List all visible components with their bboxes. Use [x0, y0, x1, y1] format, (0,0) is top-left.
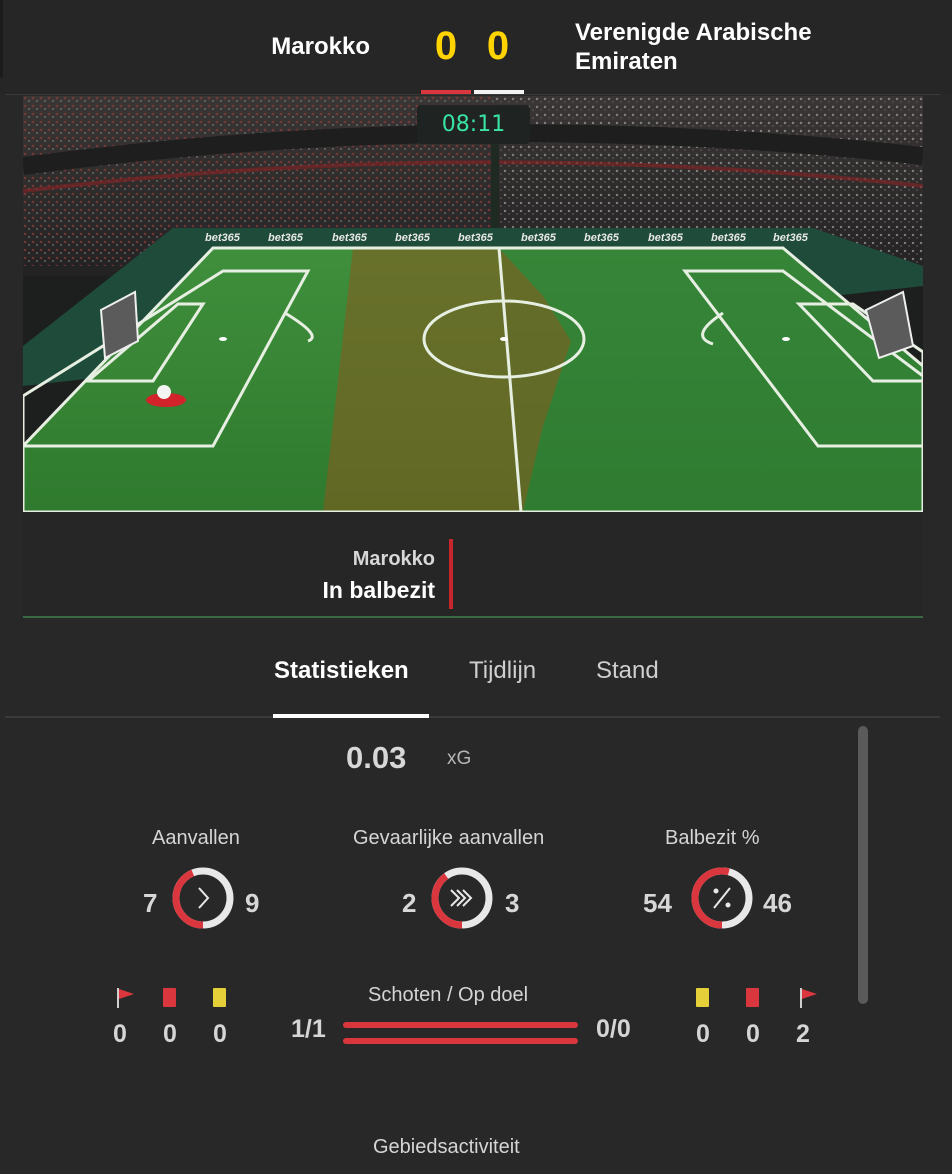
ad-board-text: bet365 — [395, 232, 431, 244]
possession-indicator-line — [449, 539, 453, 609]
stats-scrollbar[interactable] — [858, 726, 868, 1004]
attacks-home: 7 — [143, 888, 158, 918]
ad-board-text: bet365 — [584, 232, 620, 244]
away-team-name: Verenigde Arabische Emiraten — [575, 19, 812, 75]
ad-board-text: bet365 — [711, 232, 747, 244]
corner-flag-icon — [800, 988, 817, 1008]
chevron-right-icon — [198, 887, 210, 909]
dangerous-attacks-away: 3 — [505, 888, 520, 918]
tab-statistieken[interactable]: Statistieken — [274, 657, 409, 685]
live-pitch-visualization: bet365 bet365 bet365 bet365 bet365 bet36… — [23, 96, 923, 512]
shots-home: 1/1 — [291, 1015, 326, 1043]
shots-away: 0/0 — [596, 1015, 631, 1043]
attacks-title: Aanvallen — [152, 827, 240, 849]
red-card-icon — [746, 988, 759, 1007]
yellow-card-icon — [213, 988, 226, 1007]
dangerous-attacks-title: Gevaarlijke aanvallen — [353, 827, 545, 849]
active-tab-indicator — [273, 714, 429, 718]
match-clock: 08:11 — [417, 105, 530, 144]
home-team-name: Marokko — [271, 33, 370, 60]
tab-tijdlijn[interactable]: Tijdlijn — [469, 657, 536, 685]
penalty-spot-home — [219, 337, 227, 341]
home-score: 0 — [434, 24, 458, 68]
away-score: 0 — [486, 24, 510, 68]
yellow-card-icon — [696, 988, 709, 1007]
ad-board-text: bet365 — [205, 232, 241, 244]
possession-state: In balbezit — [322, 577, 435, 603]
ad-board-text: bet365 — [268, 232, 304, 244]
home-yellow-cards: 0 — [213, 1020, 227, 1048]
possession-pct-home: 54 — [643, 888, 672, 918]
tab-stand[interactable]: Stand — [596, 657, 659, 685]
home-red-cards: 0 — [163, 1020, 177, 1048]
corner-flag-icon — [117, 988, 134, 1008]
possession-banner: Marokko In balbezit — [23, 512, 923, 618]
home-corners: 0 — [113, 1020, 127, 1048]
header-divider — [5, 94, 940, 95]
dangerous-attacks-donut — [431, 867, 493, 929]
shots-bar — [343, 1022, 578, 1028]
area-activity-title: Gebiedsactiviteit — [373, 1136, 520, 1158]
away-yellow-cards: 0 — [696, 1020, 710, 1048]
scoreboard-header: Marokko 0 0 Verenigde Arabische Emiraten — [0, 0, 952, 95]
ad-board-text: bet365 — [773, 232, 809, 244]
shots-on-target-bar — [343, 1038, 578, 1044]
ad-board-text: bet365 — [648, 232, 684, 244]
away-corners: 2 — [796, 1020, 810, 1048]
ball-icon — [157, 385, 171, 399]
triple-chevron-icon — [450, 889, 473, 907]
away-red-cards: 0 — [746, 1020, 760, 1048]
ad-board-text: bet365 — [521, 232, 557, 244]
center-spot — [500, 337, 508, 341]
xg-label: xG — [447, 748, 472, 769]
possession-team: Marokko — [352, 548, 435, 570]
possession-pct-title: Balbezit % — [665, 827, 760, 849]
ad-board-text: bet365 — [458, 232, 494, 244]
attacks-donut — [172, 867, 234, 929]
percent-icon — [713, 887, 731, 909]
stats-tabs: Statistieken Tijdlijn Stand — [5, 628, 940, 718]
xg-value: 0.03 — [346, 740, 407, 775]
ad-board-text: bet365 — [332, 232, 368, 244]
header-edge — [0, 0, 3, 78]
dangerous-attacks-home: 2 — [402, 888, 417, 918]
shots-title: Schoten / Op doel — [368, 984, 529, 1006]
penalty-spot-away — [782, 337, 790, 341]
possession-pct-away: 46 — [763, 888, 792, 918]
attacks-away: 9 — [245, 888, 260, 918]
stadium-pitch-graphic: bet365 bet365 bet365 bet365 bet365 bet36… — [23, 96, 923, 512]
red-card-icon — [163, 988, 176, 1007]
possession-pct-donut — [691, 867, 753, 929]
